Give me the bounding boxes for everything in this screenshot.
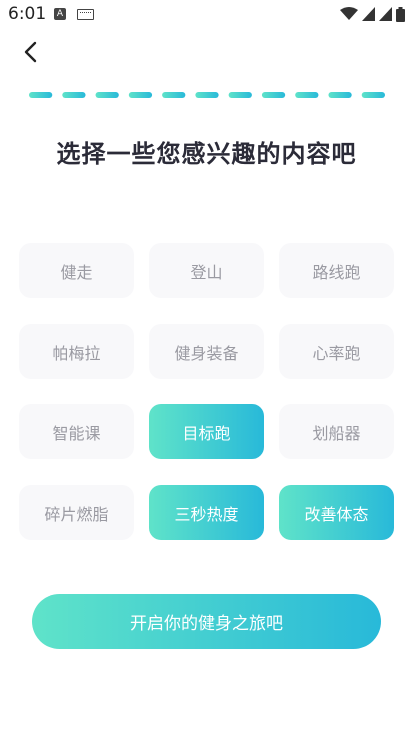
interest-chip[interactable]: 划船器 bbox=[279, 404, 394, 459]
back-button[interactable] bbox=[18, 38, 46, 66]
status-icons bbox=[340, 6, 405, 22]
signal-icon bbox=[379, 7, 392, 21]
interest-chip[interactable]: 路线跑 bbox=[279, 243, 394, 298]
interest-chip[interactable]: 登山 bbox=[149, 243, 264, 298]
progress-segment bbox=[295, 92, 319, 98]
interest-chip[interactable]: 心率跑 bbox=[279, 324, 394, 379]
keyboard-icon bbox=[77, 9, 94, 20]
progress-segment bbox=[361, 92, 385, 98]
page-title: 选择一些您感兴趣的内容吧 bbox=[56, 140, 357, 168]
progress-segment bbox=[128, 92, 153, 98]
interest-chip[interactable]: 三秒热度 bbox=[149, 485, 264, 540]
interest-chip[interactable]: 目标跑 bbox=[149, 404, 264, 459]
progress-segment bbox=[62, 92, 86, 98]
status-bar: 6:01 A bbox=[0, 0, 413, 28]
accessibility-badge-icon: A bbox=[54, 8, 66, 20]
interest-chip[interactable]: 改善体态 bbox=[279, 485, 394, 540]
signal-icon bbox=[362, 7, 375, 21]
interest-chip[interactable]: 帕梅拉 bbox=[19, 324, 134, 379]
progress-segment bbox=[261, 92, 286, 98]
start-journey-button[interactable]: 开启你的健身之旅吧 bbox=[32, 594, 381, 649]
onboarding-progress bbox=[29, 92, 385, 98]
progress-segment bbox=[328, 92, 352, 98]
progress-segment bbox=[162, 92, 186, 98]
status-time: 6:01 bbox=[8, 4, 47, 24]
progress-segment bbox=[228, 92, 252, 98]
progress-segment bbox=[29, 92, 53, 98]
interest-chip[interactable]: 碎片燃脂 bbox=[19, 485, 134, 540]
battery-icon bbox=[396, 6, 405, 22]
interest-chip[interactable]: 健身装备 bbox=[149, 324, 264, 379]
chevron-left-icon bbox=[24, 41, 37, 63]
progress-segment bbox=[195, 92, 219, 98]
wifi-icon bbox=[340, 7, 358, 20]
interest-chip[interactable]: 智能课 bbox=[19, 404, 134, 459]
interest-chip[interactable]: 健走 bbox=[19, 243, 134, 298]
progress-segment bbox=[95, 92, 119, 98]
